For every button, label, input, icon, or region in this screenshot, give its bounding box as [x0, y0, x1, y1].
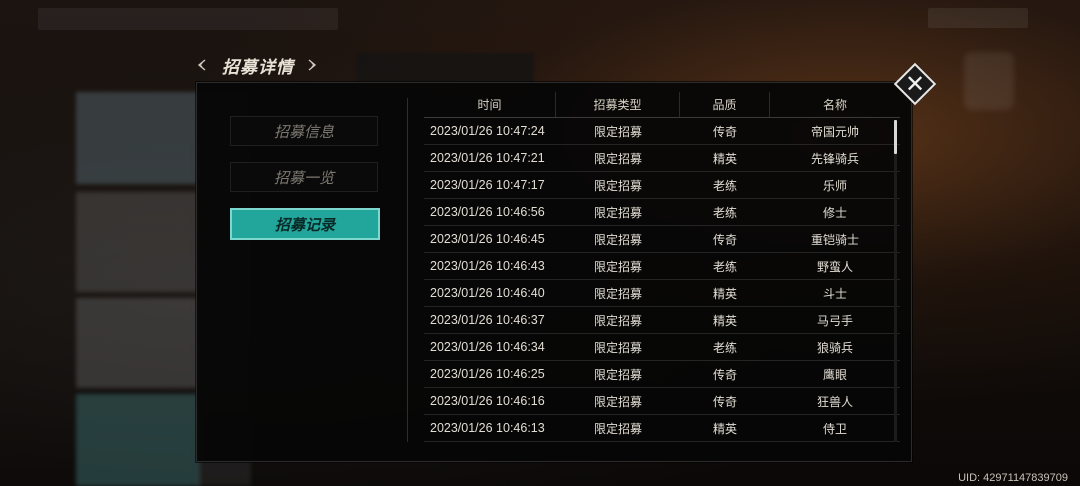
cell-name: 先锋骑兵 [810, 151, 859, 166]
background-card [76, 298, 200, 388]
cell-type: 限定招募 [593, 340, 642, 355]
title-bar: 招募详情 [196, 52, 318, 78]
cell-time: 2023/01/26 10:47:24 [430, 124, 545, 138]
cell-name: 重铠骑士 [810, 232, 859, 247]
cell-quality: 精英 [712, 421, 737, 436]
cell-quality: 传奇 [712, 367, 737, 382]
background-card [76, 394, 200, 486]
column-header-type: 招募类型 [556, 92, 680, 117]
cell-quality: 精英 [712, 151, 737, 166]
user-id: UID: 42971147839709 [958, 472, 1068, 484]
cell-quality: 老练 [712, 340, 737, 355]
cell-type: 限定招募 [593, 151, 642, 166]
cell-time: 2023/01/26 10:46:34 [430, 340, 545, 354]
table-row: 2023/01/26 10:46:37 限定招募 精英 马弓手 [424, 307, 900, 334]
table-row: 2023/01/26 10:46:13 限定招募 精英 侍卫 [424, 415, 900, 442]
cell-quality: 传奇 [712, 124, 737, 139]
chevron-left-icon[interactable] [196, 59, 208, 71]
cell-type: 限定招募 [593, 286, 642, 301]
table-row: 2023/01/26 10:46:40 限定招募 精英 斗士 [424, 280, 900, 307]
cell-type: 限定招募 [593, 367, 642, 382]
cell-name: 帝国元帅 [810, 124, 859, 139]
cell-time: 2023/01/26 10:46:45 [430, 232, 545, 246]
side-menu: 招募信息 招募一览 招募记录 [230, 116, 380, 256]
table-row: 2023/01/26 10:47:17 限定招募 老练 乐师 [424, 172, 900, 199]
background-card [76, 192, 200, 292]
cell-name: 修士 [822, 205, 847, 220]
close-icon: ✕ [904, 70, 926, 98]
scrollbar-thumb[interactable] [894, 120, 897, 154]
cell-quality: 精英 [712, 286, 737, 301]
cell-quality: 传奇 [712, 232, 737, 247]
column-header-quality: 品质 [680, 92, 770, 117]
table-row: 2023/01/26 10:46:45 限定招募 传奇 重铠骑士 [424, 226, 900, 253]
column-header-time: 时间 [424, 92, 556, 117]
cell-time: 2023/01/26 10:46:56 [430, 205, 545, 219]
cell-name: 鹰眼 [822, 367, 847, 382]
table-row: 2023/01/26 10:46:34 限定招募 老练 狼骑兵 [424, 334, 900, 361]
menu-item-recruit-overview[interactable]: 招募一览 [230, 162, 378, 192]
cell-time: 2023/01/26 10:46:43 [430, 259, 545, 273]
cell-time: 2023/01/26 10:47:17 [430, 178, 545, 192]
cell-time: 2023/01/26 10:47:21 [430, 151, 545, 165]
chevron-right-icon[interactable] [306, 59, 318, 71]
cell-type: 限定招募 [593, 421, 642, 436]
cell-quality: 老练 [712, 259, 737, 274]
cell-type: 限定招募 [593, 232, 642, 247]
scrollbar-track[interactable] [894, 120, 897, 442]
background-card [76, 92, 200, 184]
background-top-right [928, 8, 1028, 28]
table-body[interactable]: 2023/01/26 10:47:24 限定招募 传奇 帝国元帅 2023/01/26 … [424, 118, 900, 442]
cell-name: 狂兽人 [816, 394, 853, 409]
cell-name: 乐师 [822, 178, 847, 193]
background-emblem [964, 52, 1014, 110]
page-title: 招募详情 [222, 57, 294, 78]
table-row: 2023/01/26 10:46:16 限定招募 传奇 狂兽人 [424, 388, 900, 415]
table-row: 2023/01/26 10:46:43 限定招募 老练 野蛮人 [424, 253, 900, 280]
menu-item-recruit-record[interactable]: 招募记录 [230, 208, 380, 240]
menu-item-recruit-info[interactable]: 招募信息 [230, 116, 378, 146]
cell-type: 限定招募 [593, 124, 642, 139]
panel-divider [407, 98, 408, 442]
cell-name: 狼骑兵 [816, 340, 853, 355]
cell-name: 斗士 [822, 286, 847, 301]
cell-type: 限定招募 [593, 313, 642, 328]
cell-name: 马弓手 [816, 313, 853, 328]
background-top-bar [38, 8, 338, 30]
cell-quality: 精英 [712, 313, 737, 328]
cell-time: 2023/01/26 10:46:25 [430, 367, 545, 381]
cell-type: 限定招募 [593, 259, 642, 274]
cell-quality: 老练 [712, 205, 737, 220]
table-header: 时间 招募类型 品质 名称 [424, 92, 900, 118]
recruit-record-table: 时间 招募类型 品质 名称 2023/01/26 10:47:24 限定招募 传奇帝… [424, 92, 900, 442]
cell-time: 2023/01/26 10:46:16 [430, 394, 545, 408]
cell-time: 2023/01/26 10:46:37 [430, 313, 545, 327]
table-row: 2023/01/26 10:46:56 限定招募 老练 修士 [424, 199, 900, 226]
cell-time: 2023/01/26 10:46:13 [430, 421, 545, 435]
cell-name: 野蛮人 [816, 259, 853, 274]
cell-type: 限定招募 [593, 178, 642, 193]
background-tooltip [356, 53, 534, 83]
cell-quality: 传奇 [712, 394, 737, 409]
table-row: 2023/01/26 10:46:25 限定招募 传奇 鹰眼 [424, 361, 900, 388]
cell-type: 限定招募 [593, 205, 642, 220]
column-header-name: 名称 [822, 98, 847, 112]
cell-type: 限定招募 [593, 394, 642, 409]
cell-time: 2023/01/26 10:46:40 [430, 286, 545, 300]
table-row: 2023/01/26 10:47:21 限定招募 精英 先锋骑兵 [424, 145, 900, 172]
table-row: 2023/01/26 10:47:24 限定招募 传奇 帝国元帅 [424, 118, 900, 145]
close-button[interactable]: ✕ [893, 62, 937, 106]
cell-quality: 老练 [712, 178, 737, 193]
cell-name: 侍卫 [822, 421, 847, 436]
